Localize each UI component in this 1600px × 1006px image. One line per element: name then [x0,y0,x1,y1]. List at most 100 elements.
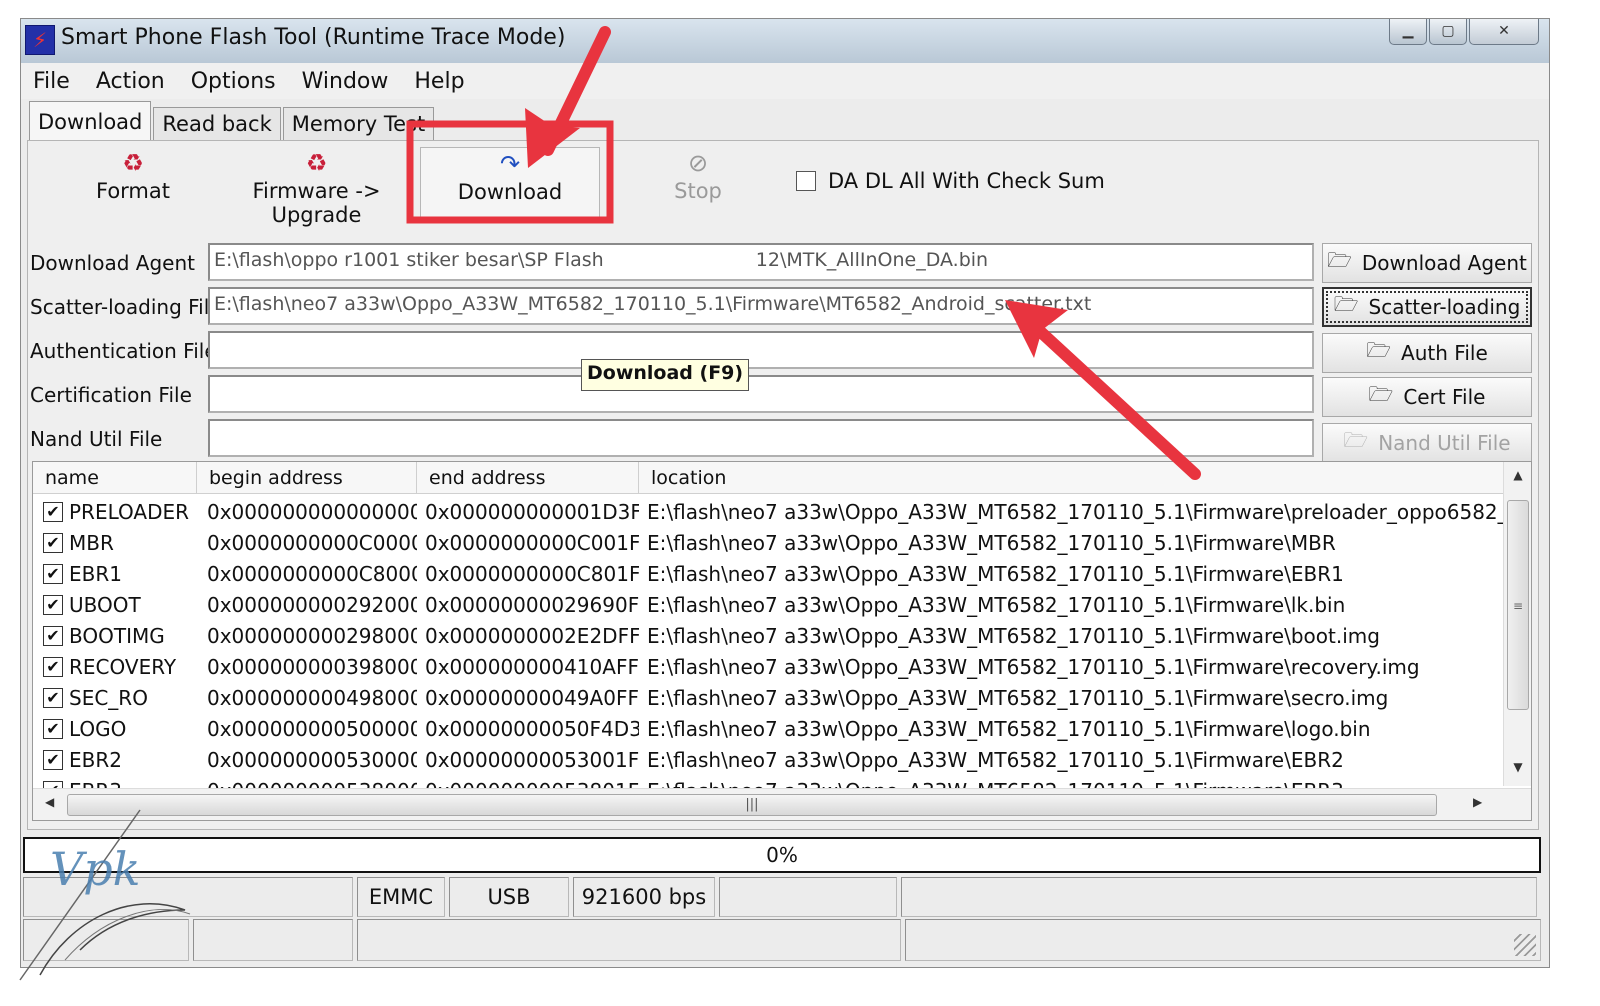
cert-file-button[interactable]: 🗁 Cert File [1322,377,1532,417]
minimize-button[interactable]: ▁ [1389,19,1427,45]
menu-options[interactable]: Options [191,69,276,94]
col-begin-address[interactable]: begin address [197,462,417,494]
recycle-icon: ♻ [122,149,144,177]
status-port: USB [449,877,569,917]
vertical-scrollbar[interactable]: ▲ ≡ ▼ [1503,462,1531,786]
scatter-file-field[interactable]: E:\flash\neo7 a33w\Oppo_A33W_MT6582_1701… [208,287,1314,325]
title-bar[interactable]: ⚡ Smart Phone Flash Tool (Runtime Trace … [21,19,1549,63]
nand-util-file-field[interactable] [208,419,1314,457]
table-row[interactable]: ✔ EBR2 0x0000000005300000 0x00000000053001F… [33,744,1503,775]
menu-file[interactable]: File [33,69,70,94]
vertical-scroll-thumb[interactable]: ≡ [1507,500,1529,710]
cell-begin-address: 0x0000000002980000 [207,623,417,648]
cert-file-button-label: Cert File [1403,385,1486,409]
table-row[interactable]: ✔ EBR1 0x0000000000C80000 0x0000000000C801F… [33,558,1503,589]
table-row[interactable]: ✔ BOOTIMG 0x0000000002980000 0x0000000002E2… [33,620,1503,651]
da-dl-checksum-checkbox[interactable]: DA DL All With Check Sum [796,169,1105,193]
cell-begin-address: 0x0000000005000000 [207,716,417,741]
partition-table: name begin address end address location … [32,461,1532,821]
status-lower-4 [905,919,1541,961]
cell-name: ✔ UBOOT [33,593,197,617]
download-tooltip: Download (F9) [581,359,750,391]
tab-memory-test[interactable]: Memory Test [282,107,435,141]
table-row[interactable]: ✔ SEC_RO 0x0000000004980000 0x00000000049A0… [33,682,1503,713]
recycle-icon: ♻ [305,149,328,177]
cell-name: ✔ LOGO [33,717,197,741]
row-checkbox[interactable]: ✔ [43,687,63,708]
partition-name: SEC_RO [69,685,148,710]
firmware-upgrade-button[interactable]: ♻ Firmware -> Upgrade [224,147,409,227]
menu-help[interactable]: Help [414,69,464,94]
cell-begin-address: 0x0000000004980000 [207,685,417,710]
cell-name: ✔ SEC_RO [33,686,197,710]
download-agent-label: Download Agent [30,251,195,275]
col-end-address[interactable]: end address [417,462,639,494]
table-header: name begin address end address location [33,462,1503,494]
table-row[interactable]: ✔ PRELOADER 0x0000000000000000 0x0000000000… [33,496,1503,527]
cell-begin-address: 0x0000000005300000 [207,747,417,772]
menu-action[interactable]: Action [96,69,165,94]
cell-end-address: 0x00000000049A0FFF [425,685,639,710]
status-lower-3 [357,919,901,961]
nand-util-file-label: Nand Util File [30,427,163,451]
status-empty-2 [719,877,897,917]
auth-file-button[interactable]: 🗁 Auth File [1322,333,1532,373]
scroll-right-arrow-icon[interactable]: ▶ [1473,795,1482,809]
row-checkbox[interactable]: ✔ [43,594,63,615]
stop-label: Stop [674,179,722,203]
cell-name: ✔ BOOTIMG [33,624,197,648]
toolbar: ♻ Format ♻ Firmware -> Upgrade ↷ Downloa… [28,141,1538,229]
scatter-loading-button[interactable]: 🗁 Scatter-loading [1322,287,1532,327]
cert-file-field[interactable] [208,375,1314,413]
da-dl-checksum-label: DA DL All With Check Sum [828,169,1105,193]
cell-location: E:\flash\neo7 a33w\Oppo_A33W_MT6582_1701… [647,747,1344,772]
cell-begin-address: 0x0000000003980000 [207,654,417,679]
table-row[interactable]: ✔ UBOOT 0x0000000002920000 0x00000000029690… [33,589,1503,620]
row-checkbox[interactable]: ✔ [43,563,63,584]
folder-icon: 🗁 [1366,338,1392,362]
nand-util-file-button[interactable]: 🗁 Nand Util File [1322,423,1532,463]
status-storage: EMMC [357,877,445,917]
auth-file-button-label: Auth File [1401,341,1488,365]
cell-end-address: 0x000000000410AFFF [425,654,639,679]
col-name[interactable]: name [33,462,197,494]
cell-location: E:\flash\neo7 a33w\Oppo_A33W_MT6582_1701… [647,530,1336,555]
cell-location: E:\flash\neo7 a33w\Oppo_A33W_MT6582_1701… [647,716,1371,741]
tab-read-back[interactable]: Read back [153,107,281,141]
scroll-down-arrow-icon[interactable]: ▼ [1504,760,1531,774]
cell-name: ✔ PRELOADER [33,500,197,524]
download-agent-button[interactable]: 🗁 Download Agent [1322,243,1532,283]
format-button[interactable]: ♻ Format [78,147,188,203]
row-checkbox[interactable]: ✔ [43,656,63,677]
tab-bar: Download Read back Memory Test [29,101,436,141]
maximize-button[interactable]: ▢ [1429,19,1467,45]
table-row[interactable]: ✔ LOGO 0x0000000005000000 0x00000000050F4D3… [33,713,1503,744]
table-row[interactable]: ✔ MBR 0x0000000000C00000 0x0000000000C001FF… [33,527,1503,558]
row-checkbox[interactable]: ✔ [43,625,63,646]
row-checkbox[interactable]: ✔ [43,501,63,522]
row-checkbox[interactable]: ✔ [43,749,63,770]
table-row[interactable]: ✔ RECOVERY 0x0000000003980000 0x00000000041… [33,651,1503,682]
menu-bar: File Action Options Window Help [21,63,1549,99]
auth-file-field[interactable] [208,331,1314,369]
col-location[interactable]: location [639,462,1503,494]
cell-begin-address: 0x0000000002920000 [207,592,417,617]
cell-begin-address: 0x0000000000C00000 [207,530,417,555]
flash-tool-window: ⚡ Smart Phone Flash Tool (Runtime Trace … [20,18,1550,968]
tab-download[interactable]: Download [29,101,152,141]
stop-button[interactable]: ⊘ Stop [648,147,748,203]
horizontal-scrollbar[interactable]: ◀ ||| ▶ [33,788,1531,820]
menu-window[interactable]: Window [302,69,389,94]
download-agent-field[interactable]: E:\flash\oppo r1001 stiker besar\SP Flas… [208,243,1314,281]
close-button[interactable]: ✕ [1469,19,1539,45]
partition-name: LOGO [69,716,127,741]
row-checkbox[interactable]: ✔ [43,718,63,739]
row-checkbox[interactable]: ✔ [43,532,63,553]
nand-util-file-button-label: Nand Util File [1378,431,1511,455]
resize-grip-icon[interactable] [1514,934,1536,956]
checkbox-box[interactable] [796,171,816,191]
download-button[interactable]: ↷ Download [420,147,600,219]
horizontal-scroll-thumb[interactable]: ||| [67,794,1437,816]
scroll-up-arrow-icon[interactable]: ▲ [1504,468,1531,482]
watermark-text: Vpk [50,842,141,896]
